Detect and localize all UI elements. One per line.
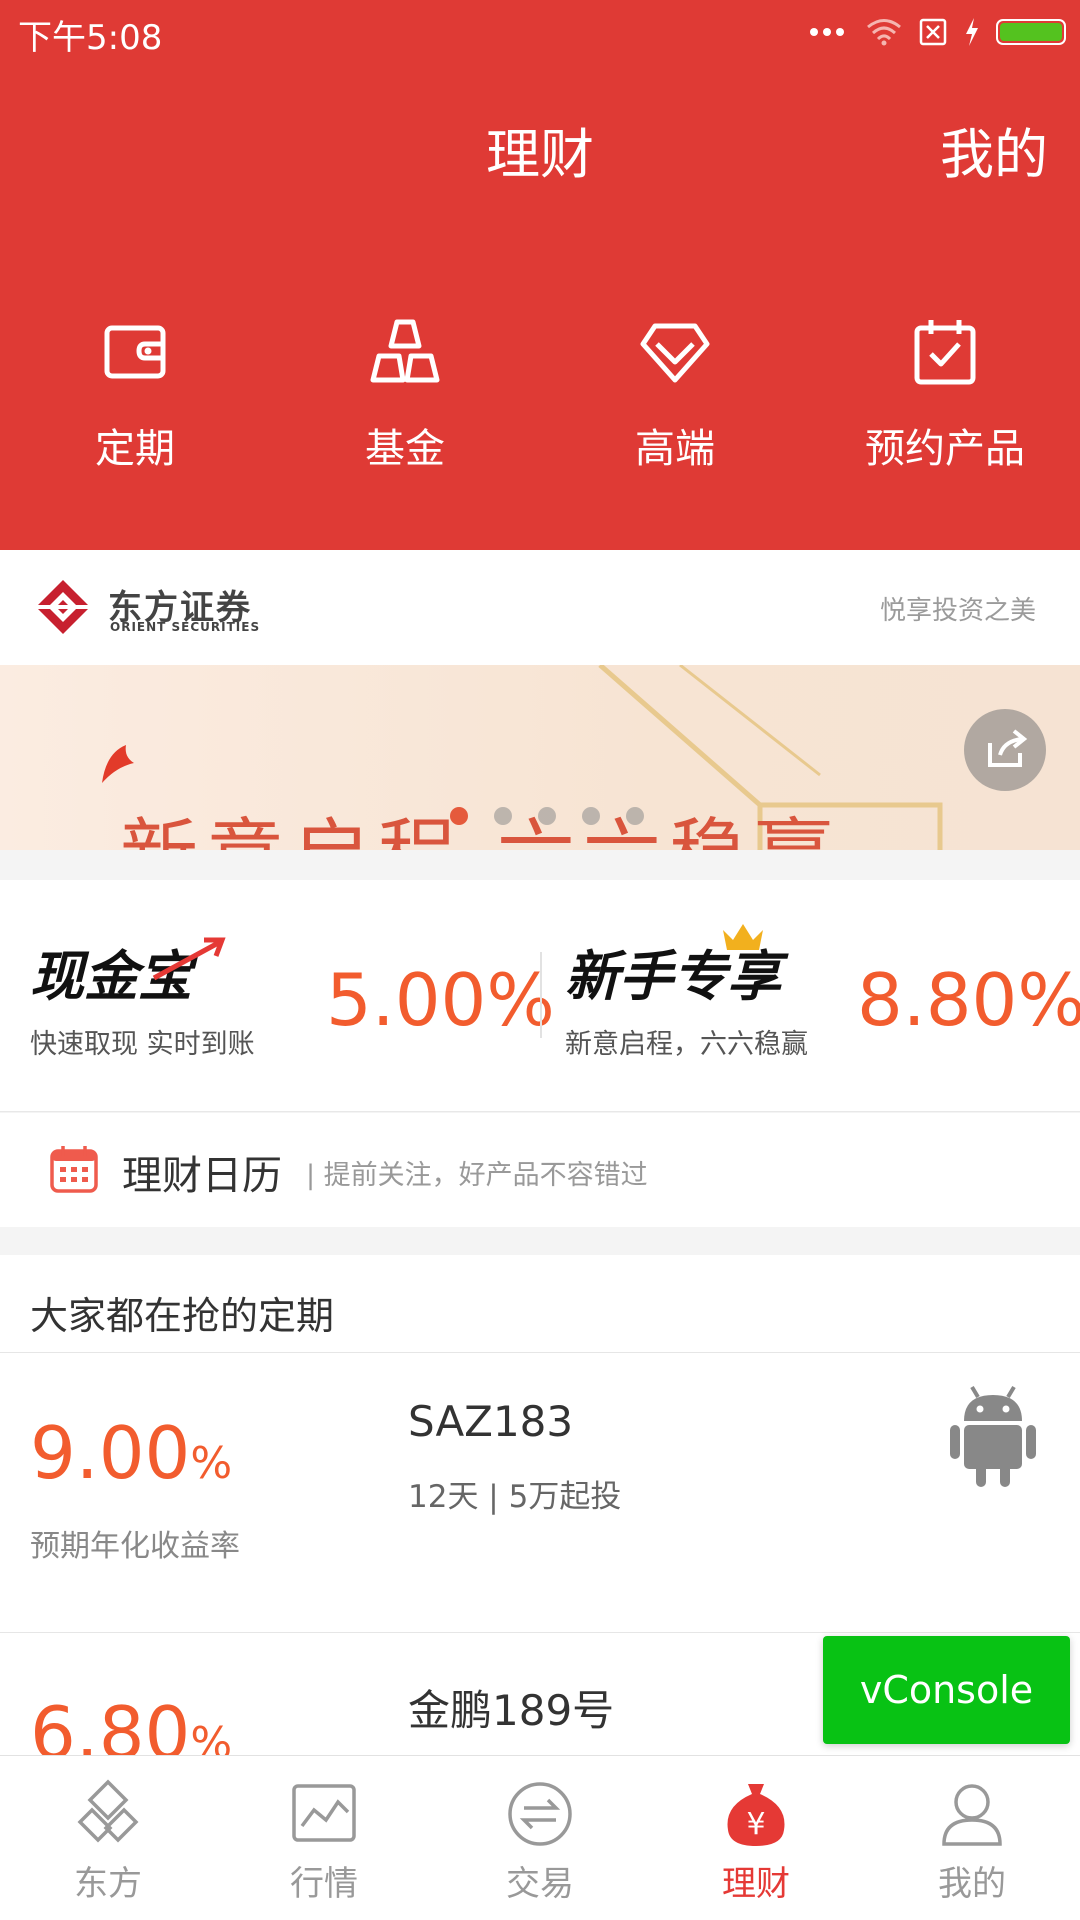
quick-entry-label: 高端	[635, 426, 715, 472]
quick-entry-label: 基金	[365, 426, 445, 472]
finance-calendar[interactable]: 理财日历 | 提前关注，好产品不容错过	[0, 1113, 1080, 1227]
orient-logo-icon	[36, 580, 90, 634]
newbie-card[interactable]: 新手专享 新意启程，六六稳赢 8.80%	[535, 880, 1080, 1112]
quick-entry-fixed[interactable]: 定期	[0, 310, 270, 474]
rate-value: 9.00	[30, 1411, 191, 1495]
quick-entry-fund[interactable]: 基金	[270, 310, 540, 474]
quick-entries: 定期 基金 高端 预约产品	[0, 310, 1080, 474]
bottom-tab-bar: 东方 行情 交易 ¥ 理财 我的	[0, 1755, 1080, 1920]
brand-name-en: ORIENT SECURITIES	[110, 620, 261, 634]
svg-text:¥: ¥	[746, 1807, 765, 1842]
product-rate: 9.00%	[30, 1411, 232, 1495]
product-rate: 6.80%	[30, 1691, 232, 1755]
my-link[interactable]: 我的	[940, 110, 1048, 189]
calendar-subtitle: | 提前关注，好产品不容错过	[306, 1160, 648, 1191]
crown-icon	[723, 924, 763, 950]
status-icons	[810, 14, 1066, 50]
exchange-icon	[508, 1782, 572, 1846]
rate-value: 6.80	[30, 1691, 191, 1755]
list-item[interactable]: 9.00% 预期年化收益率 SAZ183 12天 | 5万起投	[0, 1353, 1080, 1633]
promo-rate: 8.80%	[857, 958, 1080, 1042]
orient-tab-icon	[77, 1779, 139, 1843]
arrow-up-icon	[152, 937, 226, 981]
tab-label: 东方	[74, 1864, 142, 1904]
quick-entry-highend[interactable]: 高端	[540, 310, 810, 474]
share-button[interactable]	[964, 709, 1046, 791]
wallet-icon	[104, 325, 166, 379]
page-title: 理财	[486, 123, 594, 186]
promo-section: 现金宝 快速取现 实时到账 5.00% 新手专享 新意启程，六六稳赢 8.80%	[0, 880, 1080, 1112]
product-meta: 12天 | 5万起投	[408, 1479, 622, 1515]
rate-percent: %	[190, 1718, 233, 1755]
product-name: 金鹏189号	[408, 1686, 615, 1735]
tab-label: 交易	[506, 1864, 574, 1904]
calendar-check-icon	[914, 320, 976, 385]
vconsole-button[interactable]: vConsole	[823, 1636, 1070, 1744]
status-time: 下午5:08	[18, 18, 163, 58]
tab-trade[interactable]: 交易	[432, 1756, 648, 1920]
promo-banner[interactable]: 新意启程 六六稳赢	[0, 665, 1080, 850]
money-bag-icon: ¥	[727, 1784, 785, 1846]
tab-label: 我的	[938, 1864, 1006, 1904]
promo-desc: 新意启程，六六稳赢	[565, 1029, 808, 1060]
banner-pagination	[450, 807, 644, 825]
no-sim-icon	[919, 18, 947, 46]
charging-icon	[966, 18, 978, 46]
quick-entry-label: 定期	[95, 426, 175, 472]
calendar-icon	[50, 1146, 98, 1193]
list-title: 大家都在抢的定期	[0, 1255, 1080, 1353]
brand-slogan: 悦享投资之美	[879, 596, 1036, 626]
tab-mine[interactable]: 我的	[864, 1756, 1080, 1920]
more-dots-icon	[810, 28, 844, 36]
product-name: SAZ183	[408, 1397, 574, 1446]
flag-decoration	[102, 745, 134, 783]
android-icon	[950, 1385, 1036, 1487]
promo-rate: 5.00%	[326, 958, 555, 1042]
cash-treasure-card[interactable]: 现金宝 快速取现 实时到账 5.00%	[0, 880, 555, 1112]
tab-dongfang[interactable]: 东方	[0, 1756, 216, 1920]
tab-market[interactable]: 行情	[216, 1756, 432, 1920]
tab-label: 理财	[722, 1864, 790, 1904]
user-icon	[942, 1784, 1002, 1846]
rate-percent: %	[190, 1438, 233, 1489]
wifi-icon	[867, 19, 901, 46]
diamond-icon	[640, 323, 710, 383]
blocks-icon	[370, 319, 440, 383]
brand-bar: 东方证券 ORIENT SECURITIES 悦享投资之美	[0, 550, 1080, 665]
share-icon	[988, 729, 1028, 767]
chart-icon	[292, 1784, 356, 1842]
quick-entry-reserve[interactable]: 预约产品	[810, 310, 1080, 474]
promo-desc: 快速取现 实时到账	[30, 1029, 255, 1060]
battery-icon	[996, 19, 1066, 45]
quick-entry-label: 预约产品	[865, 426, 1025, 472]
tab-finance[interactable]: ¥ 理财	[648, 1756, 864, 1920]
header: 下午5:08 理财 我的 定期 基金 高端 预约产品	[0, 0, 1080, 550]
status-bar: 下午5:08	[0, 0, 1080, 64]
rate-label: 预期年化收益率	[30, 1529, 240, 1564]
tab-label: 行情	[290, 1864, 358, 1904]
calendar-title: 理财日历	[122, 1153, 282, 1199]
